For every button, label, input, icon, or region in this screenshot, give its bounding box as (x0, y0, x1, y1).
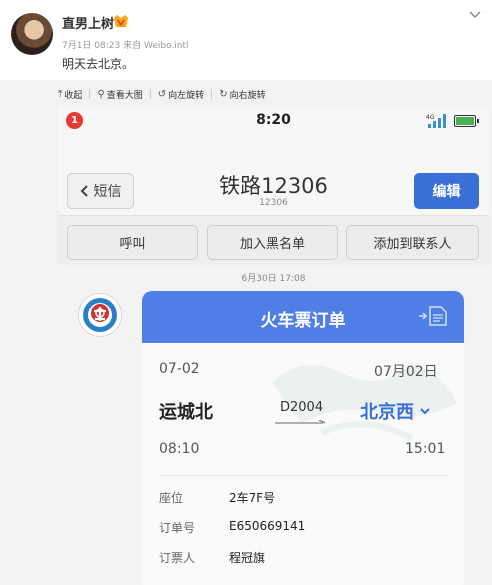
document-icon[interactable] (417, 306, 449, 326)
nav-bar: 短信 铁路12306 12306 编辑 (58, 135, 489, 215)
add-contact-button[interactable]: 添加到联系人 (346, 225, 479, 260)
order-number-label: 订单号 (159, 521, 196, 535)
chat-area: 6月30日 17:08 火车票订单 07-02 07月02日 运城北 D2004… (58, 265, 489, 585)
seat-value: 2车7F号 (229, 491, 276, 505)
rotate-right-icon: ↻ (219, 88, 228, 100)
rotate-right-button[interactable]: ↻ 向右旋转 (219, 88, 265, 101)
blacklist-button[interactable]: 加入黑名单 (207, 225, 338, 260)
phone-screenshot: 1 8:20 4G 短信 铁路12306 12306 编辑 呼叫 加入黑名单 添… (58, 107, 489, 585)
view-large-button[interactable]: ⚲ 查看大图 (97, 88, 142, 101)
post-meta: 7月1日 08:23 来自 Weibo.intl (62, 41, 189, 51)
ticket-order-card[interactable]: 火车票订单 07-02 07月02日 运城北 D2004 北京西 08:10 1… (142, 291, 464, 585)
rotate-right-label: 向右旋转 (229, 90, 266, 101)
card-body: 07-02 07月02日 运城北 D2004 北京西 08:10 15:01 座… (142, 343, 464, 585)
seat-label: 座位 (159, 491, 184, 505)
train-number: D2004 (280, 400, 324, 415)
vip-badge-icon[interactable] (113, 14, 129, 28)
action-bar: 呼叫 加入黑名单 添加到联系人 (58, 215, 489, 265)
chevron-down-icon (420, 408, 430, 415)
avatar[interactable] (11, 13, 53, 55)
image-toolbar: ⤒ 收起 ⚲ 查看大图 ↺ 向左旋转 ↻ 向右旋转 (58, 85, 266, 103)
travel-date: 07月02日 (374, 364, 438, 380)
post-header: 直男上树 7月1日 08:23 来自 Weibo.intl 明天去北京。 (0, 0, 492, 80)
post-text: 明天去北京。 (62, 57, 135, 71)
media-area: ⤒ 收起 ⚲ 查看大图 ↺ 向左旋转 ↻ 向右旋转 1 8:20 4G 短信 铁… (0, 80, 492, 585)
card-divider (159, 475, 447, 476)
toolbar-divider (149, 89, 151, 99)
rotate-left-button[interactable]: ↺ 向左旋转 (158, 88, 204, 101)
zoom-icon: ⚲ (97, 88, 105, 100)
booker-value: 程冠旗 (229, 551, 266, 565)
rotate-left-icon: ↺ (157, 88, 167, 100)
departure-time: 08:10 (159, 441, 200, 457)
collapse-button[interactable]: ⤒ 收起 (58, 88, 82, 101)
network-type: 4G (426, 114, 435, 121)
collapse-icon: ⤒ (58, 88, 63, 100)
username[interactable]: 直男上树 (62, 13, 114, 32)
railway-logo-icon (83, 298, 117, 332)
toolbar-divider (211, 89, 213, 99)
card-header: 火车票订单 (142, 291, 464, 343)
arrow-right-icon (275, 420, 326, 424)
arrival-station: 北京西 (360, 402, 414, 423)
arrival-time: 15:01 (405, 441, 446, 457)
arrival-station-dropdown[interactable]: 北京西 (360, 398, 430, 424)
edit-button[interactable]: 编辑 (414, 173, 479, 209)
card-title: 火车票订单 (260, 311, 346, 331)
view-large-label: 查看大图 (106, 90, 143, 101)
battery-icon (454, 115, 479, 127)
order-number-value: E650669141 (229, 519, 306, 533)
booker-label: 订票人 (159, 551, 196, 565)
call-button[interactable]: 呼叫 (67, 225, 198, 260)
collapse-label: 收起 (64, 90, 83, 101)
sender-avatar[interactable] (78, 293, 122, 337)
message-timestamp: 6月30日 17:08 (241, 274, 306, 284)
toolbar-divider (89, 89, 91, 99)
departure-station: 运城北 (159, 402, 213, 423)
chevron-down-icon[interactable] (468, 10, 482, 20)
departure-date: 07-02 (159, 361, 200, 377)
status-bar: 1 8:20 4G (58, 107, 489, 135)
rotate-left-label: 向左旋转 (168, 90, 205, 101)
signal-icon: 4G (426, 114, 446, 128)
